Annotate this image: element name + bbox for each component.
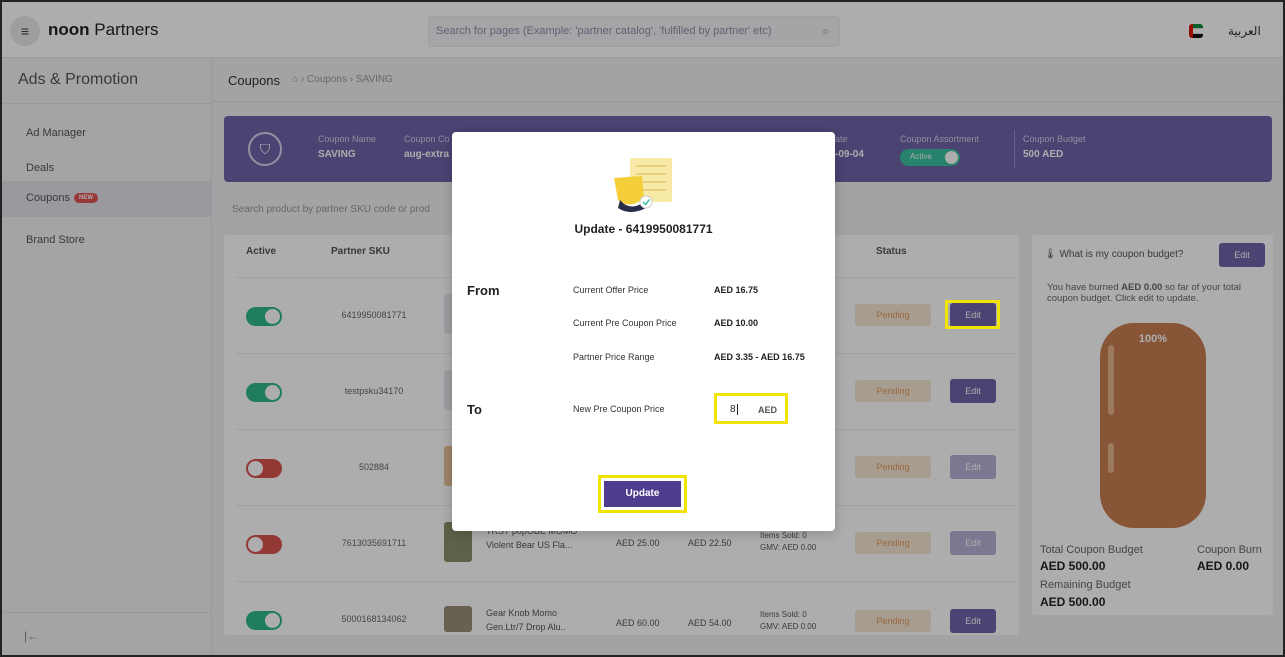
partner-price-range-label: Partner Price Range: [573, 352, 655, 362]
modal-title: Update - 6419950081771: [574, 222, 713, 236]
partner-price-range-value: AED 3.35 - AED 16.75: [714, 352, 805, 362]
coupon-illustration-icon: [614, 158, 672, 212]
update-button[interactable]: Update: [604, 481, 681, 507]
update-price-modal: Update - 6419950081771 From Current Offe…: [452, 132, 835, 531]
current-pre-coupon-value: AED 10.00: [714, 318, 759, 328]
new-pre-coupon-label: New Pre Coupon Price: [573, 404, 665, 414]
price-input-value: 8: [730, 404, 738, 415]
update-highlight-box: Update: [598, 475, 687, 513]
current-pre-coupon-label: Current Pre Coupon Price: [573, 318, 677, 328]
from-label: From: [467, 283, 500, 298]
app-window: ≡ noon Partners Search for pages (Exampl…: [0, 0, 1285, 657]
currency-suffix: AED: [757, 405, 777, 415]
edit-highlight-box: [945, 300, 1000, 329]
new-pre-coupon-price-input[interactable]: 8 AED: [714, 393, 788, 424]
current-offer-value: AED 16.75: [714, 285, 759, 295]
to-label: To: [467, 402, 482, 417]
current-offer-label: Current Offer Price: [573, 285, 649, 295]
